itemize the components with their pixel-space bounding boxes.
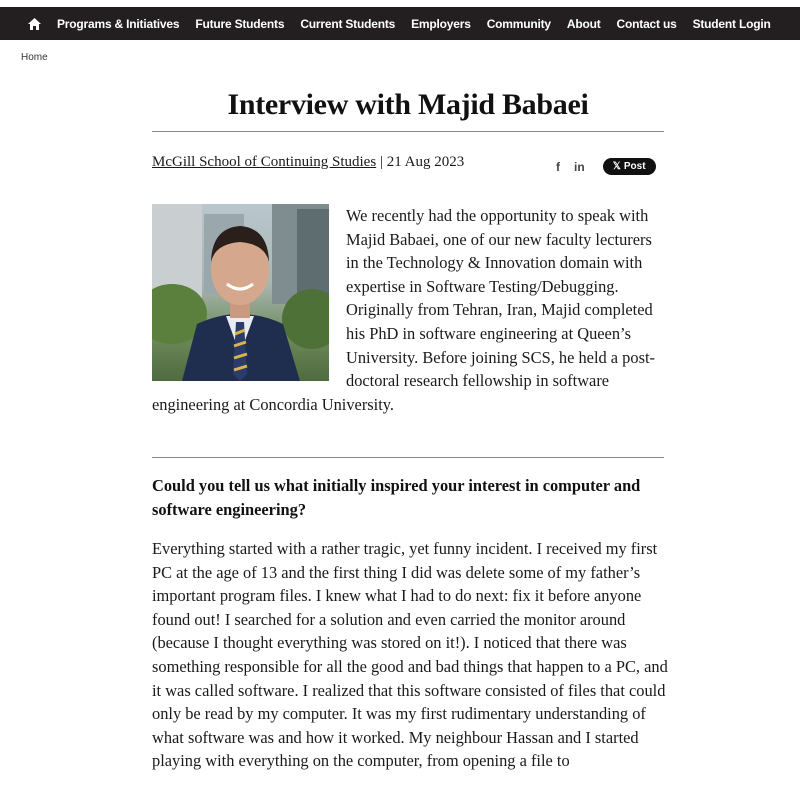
nav-programs-initiatives[interactable]: Programs & Initiatives xyxy=(57,17,180,31)
home-icon[interactable] xyxy=(27,17,41,31)
nav-current-students[interactable]: Current Students xyxy=(300,17,395,31)
nav-community[interactable]: Community xyxy=(487,17,551,31)
section-divider xyxy=(152,457,664,458)
title-divider xyxy=(152,131,664,132)
nav-contact-us[interactable]: Contact us xyxy=(617,17,677,31)
nav-employers[interactable]: Employers xyxy=(411,17,471,31)
interview-question: Could you tell us what initially inspire… xyxy=(152,476,641,519)
nav-future-students[interactable]: Future Students xyxy=(195,17,284,31)
page-title: Interview with Majid Babaei xyxy=(227,88,589,121)
x-post-label: Post xyxy=(623,161,646,172)
x-post-button[interactable]: 𝕏 Post xyxy=(602,158,656,175)
facebook-icon[interactable]: f xyxy=(556,160,560,174)
nav-about[interactable]: About xyxy=(567,17,601,31)
x-logo-icon: 𝕏 xyxy=(612,161,621,172)
linkedin-icon[interactable]: in xyxy=(574,160,585,174)
interview-answer: Everything started with a rather tragic,… xyxy=(152,539,668,771)
byline: McGill School of Continuing Studies | 21… xyxy=(152,154,464,171)
intro-section: We recently had the opportunity to speak… xyxy=(152,204,664,416)
breadcrumb-home[interactable]: Home xyxy=(21,52,48,63)
publish-date: 21 Aug 2023 xyxy=(386,154,465,170)
portrait-photo xyxy=(152,204,329,381)
top-navigation: Programs & Initiatives Future Students C… xyxy=(0,7,800,40)
share-bar: f in 𝕏 Post xyxy=(556,158,656,175)
byline-separator: | xyxy=(379,154,383,170)
nav-student-login[interactable]: Student Login xyxy=(693,17,771,31)
author-link[interactable]: McGill School of Continuing Studies xyxy=(152,154,376,170)
